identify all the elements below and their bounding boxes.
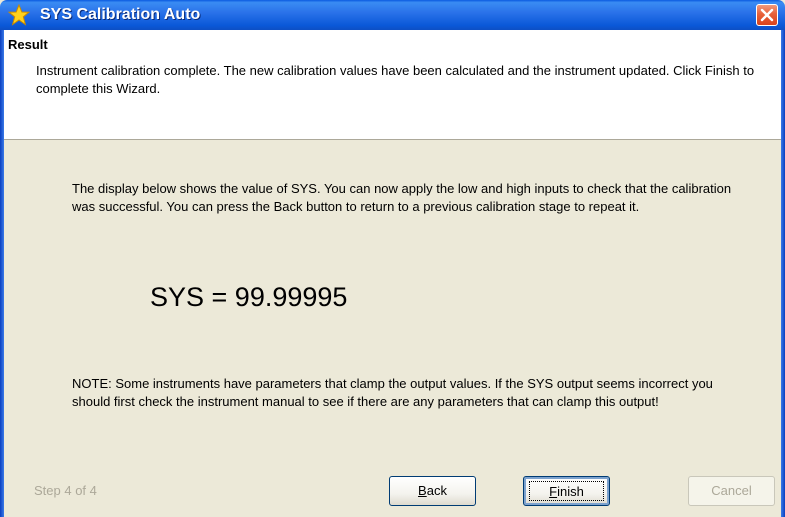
step-indicator: Step 4 of 4 <box>34 483 97 498</box>
back-button[interactable]: Back <box>389 476 476 506</box>
note-text: NOTE: Some instruments have parameters t… <box>72 376 713 409</box>
page-description: Instrument calibration complete. The new… <box>36 63 755 96</box>
back-label: ack <box>426 483 447 498</box>
finish-button[interactable]: Finish <box>523 476 610 506</box>
cancel-button[interactable]: Cancel <box>688 476 775 506</box>
window-title: SYS Calibration Auto <box>40 6 201 23</box>
star-icon <box>7 3 31 26</box>
intro-text: The display below shows the value of SYS… <box>72 181 732 214</box>
page-title: Result <box>8 37 48 52</box>
finish-label: inish <box>557 484 584 499</box>
close-button[interactable] <box>756 4 778 26</box>
cancel-label: Cancel <box>711 483 752 498</box>
sys-value-readout: SYS = 99.99995 <box>150 282 348 312</box>
window-frame-right <box>781 30 785 517</box>
wizard-window: SYS Calibration Auto Result Instrument c… <box>0 0 785 517</box>
back-mnemonic: B <box>418 483 427 498</box>
finish-focus-ring: Finish <box>529 481 604 501</box>
title-bar[interactable]: SYS Calibration Auto <box>0 0 785 30</box>
finish-mnemonic: F <box>549 484 558 499</box>
